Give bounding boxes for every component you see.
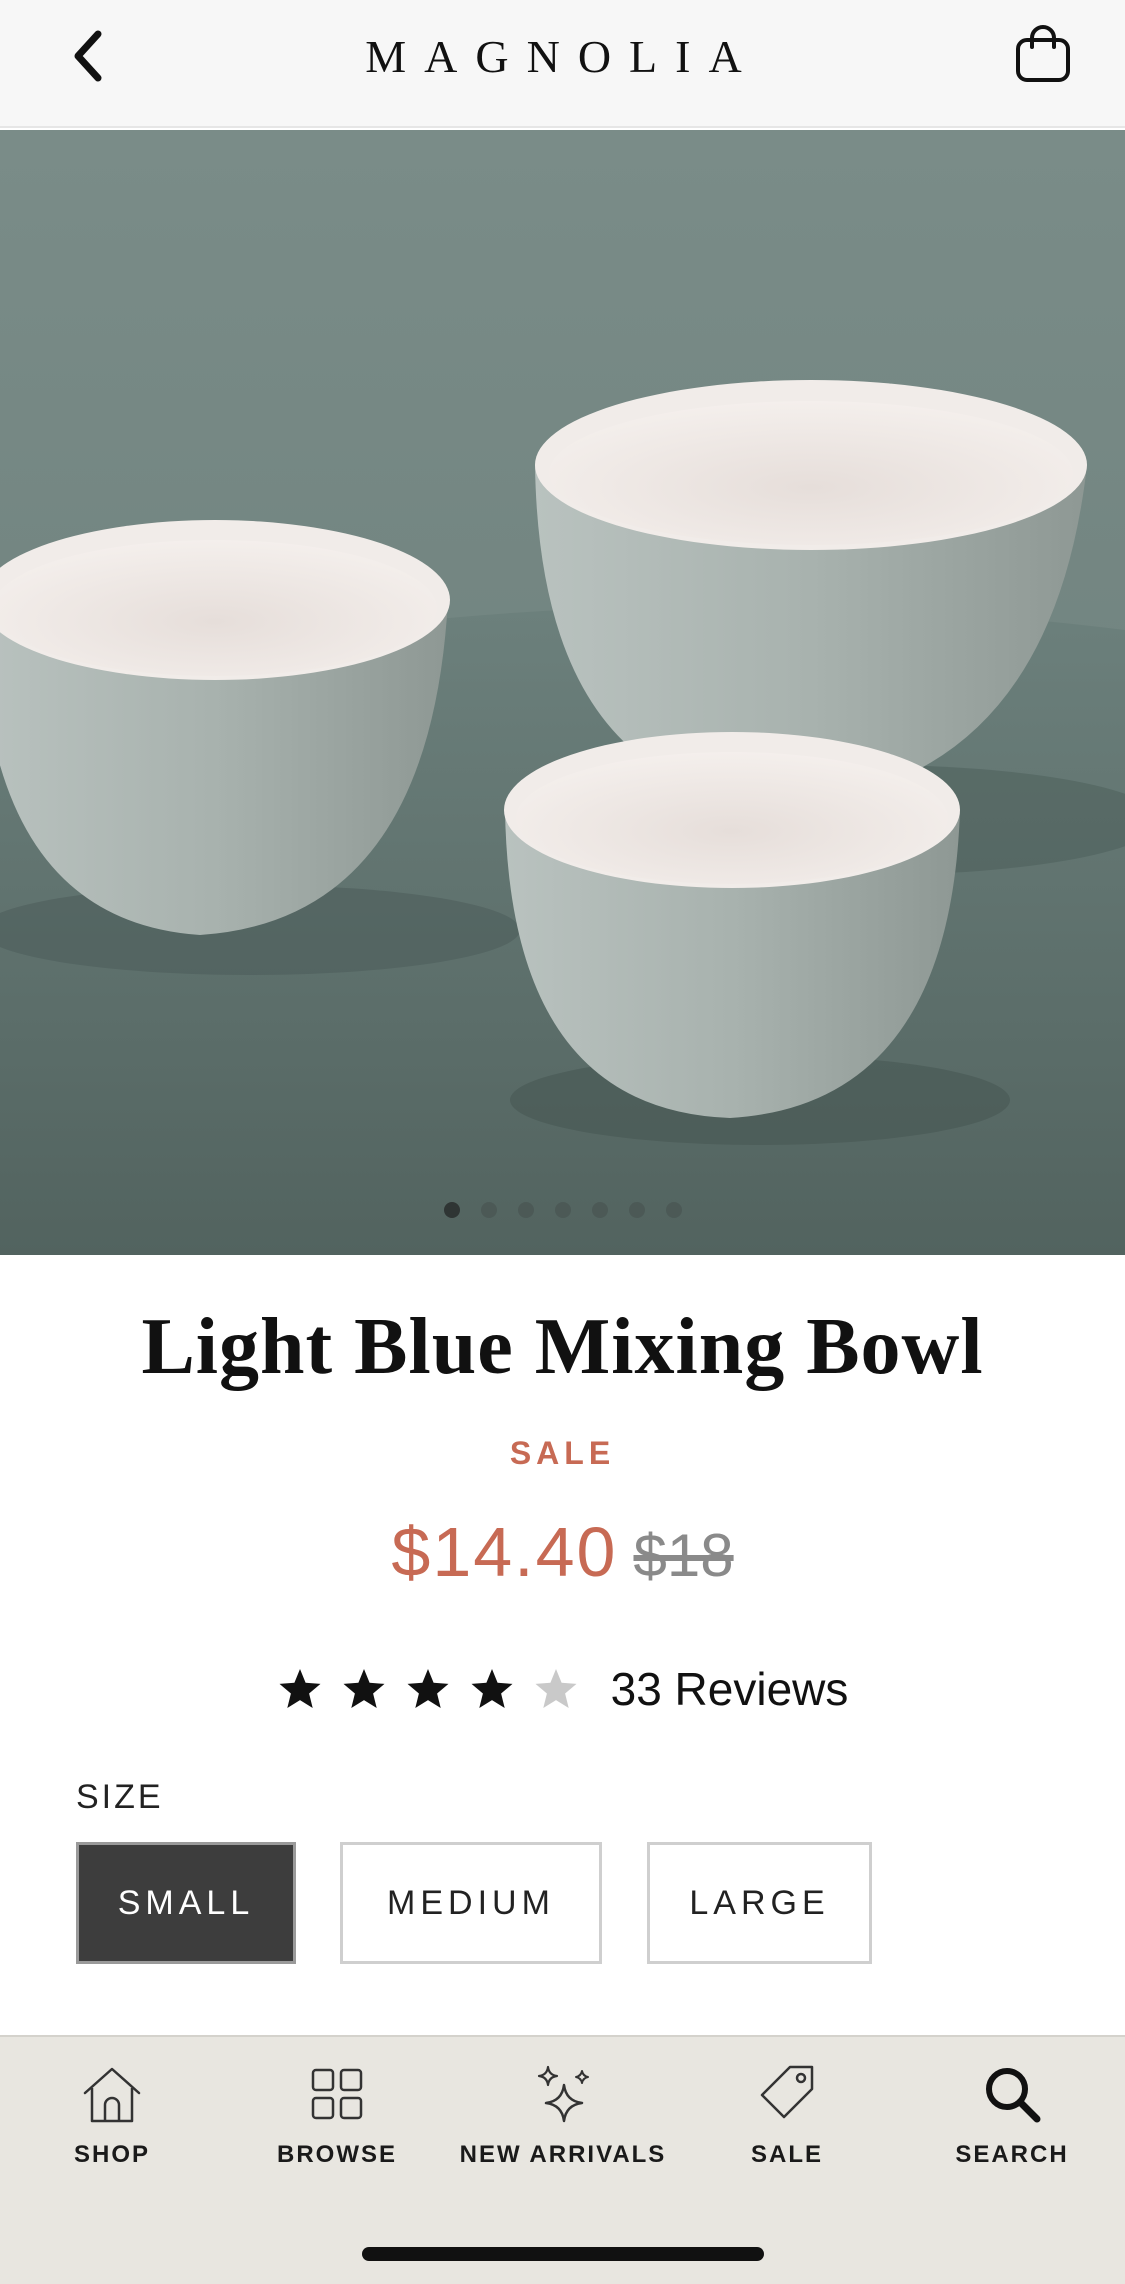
grid-icon xyxy=(311,2068,363,2120)
tab-sale[interactable]: SALE xyxy=(677,2061,897,2169)
carousel-dot[interactable] xyxy=(591,1202,608,1218)
size-label: SIZE xyxy=(76,1778,164,1816)
sale-price: $14.40 xyxy=(391,1513,618,1591)
tab-browse[interactable]: BROWSE xyxy=(227,2061,447,2169)
star-filled-icon xyxy=(471,1669,513,1708)
carousel-dot[interactable] xyxy=(554,1202,571,1218)
carousel-dot[interactable] xyxy=(628,1202,645,1218)
carousel-dot[interactable] xyxy=(443,1202,460,1218)
star-empty-icon xyxy=(535,1669,577,1708)
size-option-large[interactable]: LARGE xyxy=(647,1842,872,1964)
sparkle-icon xyxy=(537,2065,589,2123)
size-option-small[interactable]: SMALL xyxy=(76,1842,296,1964)
tab-browse-label: BROWSE xyxy=(277,2141,397,2168)
rating-row[interactable]: 33 Reviews xyxy=(0,1662,1125,1716)
tab-sale-label: SALE xyxy=(750,2141,823,2168)
original-price: $18 xyxy=(633,1522,734,1589)
tab-search-label: SEARCH xyxy=(955,2141,1069,2168)
cart-button[interactable] xyxy=(1007,18,1079,90)
carousel-indicator xyxy=(0,1202,1125,1218)
tab-shop-label: SHOP xyxy=(73,2141,150,2168)
shopping-bag-icon xyxy=(1016,25,1070,82)
tag-icon xyxy=(760,2065,814,2119)
size-option-medium[interactable]: MEDIUM xyxy=(340,1842,602,1964)
home-icon xyxy=(83,2067,141,2123)
star-rating xyxy=(277,1666,579,1712)
tab-shop[interactable]: SHOP xyxy=(2,2061,222,2169)
search-icon xyxy=(986,2068,1041,2123)
top-app-bar: MAGNOLIA xyxy=(0,0,1125,128)
star-filled-icon xyxy=(343,1669,385,1708)
carousel-dot[interactable] xyxy=(480,1202,497,1218)
carousel-dot[interactable] xyxy=(517,1202,534,1218)
product-title: Light Blue Mixing Bowl xyxy=(141,1303,984,1391)
product-photo xyxy=(0,130,1125,1255)
tab-new-arrivals-label: NEW ARRIVALS xyxy=(459,2141,667,2168)
reviews-link[interactable]: 33 Reviews xyxy=(611,1662,849,1716)
tab-search[interactable]: SEARCH xyxy=(902,2061,1122,2169)
carousel-dot[interactable] xyxy=(665,1202,682,1218)
tab-new-arrivals[interactable]: NEW ARRIVALS xyxy=(453,2061,673,2169)
product-image-carousel[interactable] xyxy=(0,130,1125,1255)
brand-logo[interactable]: MAGNOLIA xyxy=(0,30,1125,83)
star-filled-icon xyxy=(407,1669,449,1708)
price-row: $14.40 $18 xyxy=(0,1512,1125,1592)
home-indicator xyxy=(362,2247,764,2261)
sale-badge: SALE xyxy=(509,1435,616,1471)
star-filled-icon xyxy=(279,1669,321,1708)
